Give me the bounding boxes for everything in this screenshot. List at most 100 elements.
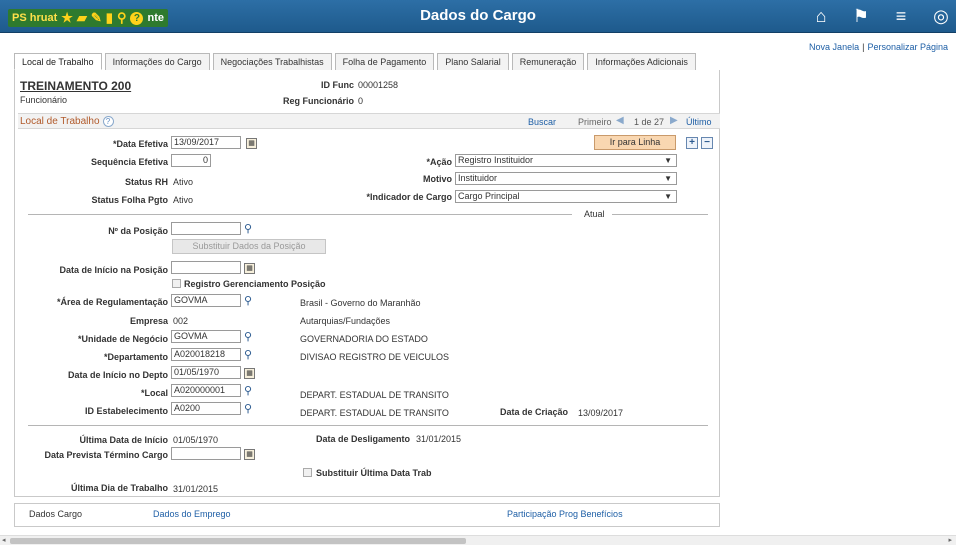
dados-emprego-link[interactable]: Dados do Emprego (153, 509, 231, 519)
scrollbar-thumb[interactable] (10, 538, 466, 544)
registro-ger-label: Registro Gerenciamento Posição (184, 279, 326, 289)
inicio-posicao-label: Data de Início na Posição (59, 265, 168, 275)
participacao-link[interactable]: Participação Prog Benefícios (507, 509, 623, 519)
unidade-label: *Unidade de Negócio (77, 334, 168, 344)
status-folha-label: Status Folha Pgto (91, 195, 169, 205)
area-label: *Área de Regulamentação (56, 297, 168, 307)
acao-label: *Ação (426, 157, 452, 167)
data-efetiva-input[interactable]: 13/09/2017 (171, 136, 241, 149)
prev-arrow-icon[interactable]: ◀ (616, 115, 624, 126)
estab-input[interactable]: A0200 (171, 402, 241, 415)
sequencia-label: Sequência Efetiva (90, 157, 168, 167)
tab-negociacoes[interactable]: Negociações Trabalhistas (212, 53, 332, 70)
divider (612, 214, 708, 215)
desligamento-value: 31/01/2015 (416, 434, 462, 444)
lookup-icon[interactable]: ⚲ (244, 384, 252, 397)
next-arrow-icon[interactable]: ▶ (670, 115, 678, 126)
posicao-input[interactable] (171, 222, 241, 235)
scroll-right-icon[interactable]: ▸ (948, 536, 952, 544)
atual-label: Atual (584, 209, 605, 219)
inicio-posicao-input[interactable] (171, 261, 241, 274)
empresa-desc: Autarquias/Fundações (300, 316, 391, 326)
empresa-label: Empresa (129, 316, 168, 326)
unidade-desc: GOVERNADORIA DO ESTADO (300, 334, 428, 344)
tab-local-trabalho[interactable]: Local de Trabalho (14, 53, 102, 70)
local-input[interactable]: A020000001 (171, 384, 241, 397)
area-input[interactable]: GOVMA (171, 294, 241, 307)
section-title: Local de Trabalho (20, 116, 100, 127)
ir-para-linha-button[interactable]: Ir para Linha (594, 135, 676, 150)
estab-label: ID Estabelecimento (84, 406, 168, 416)
buscar-link[interactable]: Buscar (528, 117, 556, 127)
horizontal-scrollbar[interactable]: ◂ ▸ (0, 535, 956, 545)
scroll-left-icon[interactable]: ◂ (2, 536, 6, 544)
depto-desc: DIVISAO REGISTRO DE VEICULOS (300, 352, 450, 362)
divider (28, 425, 708, 426)
desligamento-label: Data de Desligamento (316, 434, 411, 444)
motivo-select[interactable]: Instituidor ▼ (455, 172, 677, 185)
estab-desc: DEPART. ESTADUAL DE TRANSITO (300, 408, 449, 418)
prevista-label: Data Prevista Término Cargo (44, 450, 168, 460)
employee-role: Funcionário (20, 95, 68, 105)
posicao-label: Nº da Posição (108, 226, 168, 236)
substituir-ultima-checkbox[interactable] (303, 468, 312, 477)
calendar-icon[interactable]: ▦ (244, 263, 255, 274)
tab-folha-pagamento[interactable]: Folha de Pagamento (334, 53, 435, 70)
home-icon[interactable]: ⌂ (810, 6, 832, 27)
acao-select[interactable]: Registro Instituidor ▼ (455, 154, 677, 167)
lookup-icon[interactable]: ⚲ (244, 402, 252, 415)
tab-informacoes-adicionais[interactable]: Informações Adicionais (587, 53, 696, 70)
personalize-link[interactable]: Personalizar Página (867, 42, 948, 52)
indicador-label: *Indicador de Cargo (366, 192, 452, 202)
substituir-posicao-button[interactable]: Substituir Dados da Posição (172, 239, 326, 254)
status-rh-label: Status RH (124, 177, 168, 187)
lookup-icon[interactable]: ⚲ (244, 294, 252, 307)
data-efetiva-label: *Data Efetiva (112, 139, 168, 149)
delete-row-icon[interactable]: − (701, 137, 713, 149)
chevron-down-icon: ▼ (664, 156, 672, 165)
depto-input[interactable]: A020018218 (171, 348, 241, 361)
criacao-label: Data de Criação (500, 407, 569, 417)
calendar-icon[interactable]: ▦ (244, 449, 255, 460)
employee-name: TREINAMENTO 200 (20, 79, 132, 93)
reg-funcionario-label: Reg Funcionário (282, 96, 354, 106)
lookup-icon[interactable]: ⚲ (244, 330, 252, 343)
id-func-label: ID Func (321, 80, 354, 90)
flag-icon[interactable]: ⚑ (850, 6, 872, 27)
empresa-value: 002 (173, 316, 189, 326)
tab-informacoes-cargo[interactable]: Informações do Cargo (104, 53, 210, 70)
help-icon[interactable]: ? (102, 116, 114, 127)
status-folha-value: Ativo (173, 195, 194, 205)
unidade-input[interactable]: GOVMA (171, 330, 241, 343)
motivo-value: Instituidor (458, 173, 498, 183)
menu-icon[interactable]: ≡ (890, 6, 912, 27)
chevron-down-icon: ▼ (664, 192, 672, 201)
local-desc: DEPART. ESTADUAL DE TRANSITO (300, 390, 449, 400)
indicador-select[interactable]: Cargo Principal ▼ (455, 190, 677, 203)
inicio-depto-input[interactable]: 01/05/1970 (171, 366, 241, 379)
registro-ger-checkbox[interactable] (172, 279, 181, 288)
ultima-inicio-label: Última Data de Início (79, 435, 168, 445)
top-banner: PS hruat ★ ▰ ✎ ▮ ⚲ ? nte Dados do Cargo … (0, 0, 956, 33)
depto-label: *Departamento (103, 352, 168, 362)
acao-value: Registro Instituidor (458, 155, 534, 165)
indicador-value: Cargo Principal (458, 191, 520, 201)
prevista-input[interactable] (171, 447, 241, 460)
sequencia-input[interactable]: 0 (171, 154, 211, 167)
navbar-icon[interactable]: ◎ (930, 6, 952, 27)
calendar-icon[interactable]: ▦ (244, 368, 255, 379)
ultimo-dia-label: Última Dia de Trabalho (70, 483, 168, 493)
lookup-icon[interactable]: ⚲ (244, 348, 252, 361)
lookup-icon[interactable]: ⚲ (244, 222, 252, 235)
ultimo-link[interactable]: Último (686, 117, 712, 127)
tab-remuneracao[interactable]: Remuneração (511, 53, 585, 70)
status-rh-value: Ativo (173, 177, 194, 187)
substituir-ultima-label: Substituir Última Data Trab (316, 468, 432, 478)
area-desc: Brasil - Governo do Maranhão (300, 298, 421, 308)
new-window-link[interactable]: Nova Janela (809, 42, 859, 52)
primeiro-label[interactable]: Primeiro (578, 117, 612, 127)
tab-plano-salarial[interactable]: Plano Salarial (437, 53, 509, 70)
calendar-icon[interactable]: ▦ (246, 138, 257, 149)
id-func-value: 00001258 (358, 80, 399, 90)
add-row-icon[interactable]: + (686, 137, 698, 149)
